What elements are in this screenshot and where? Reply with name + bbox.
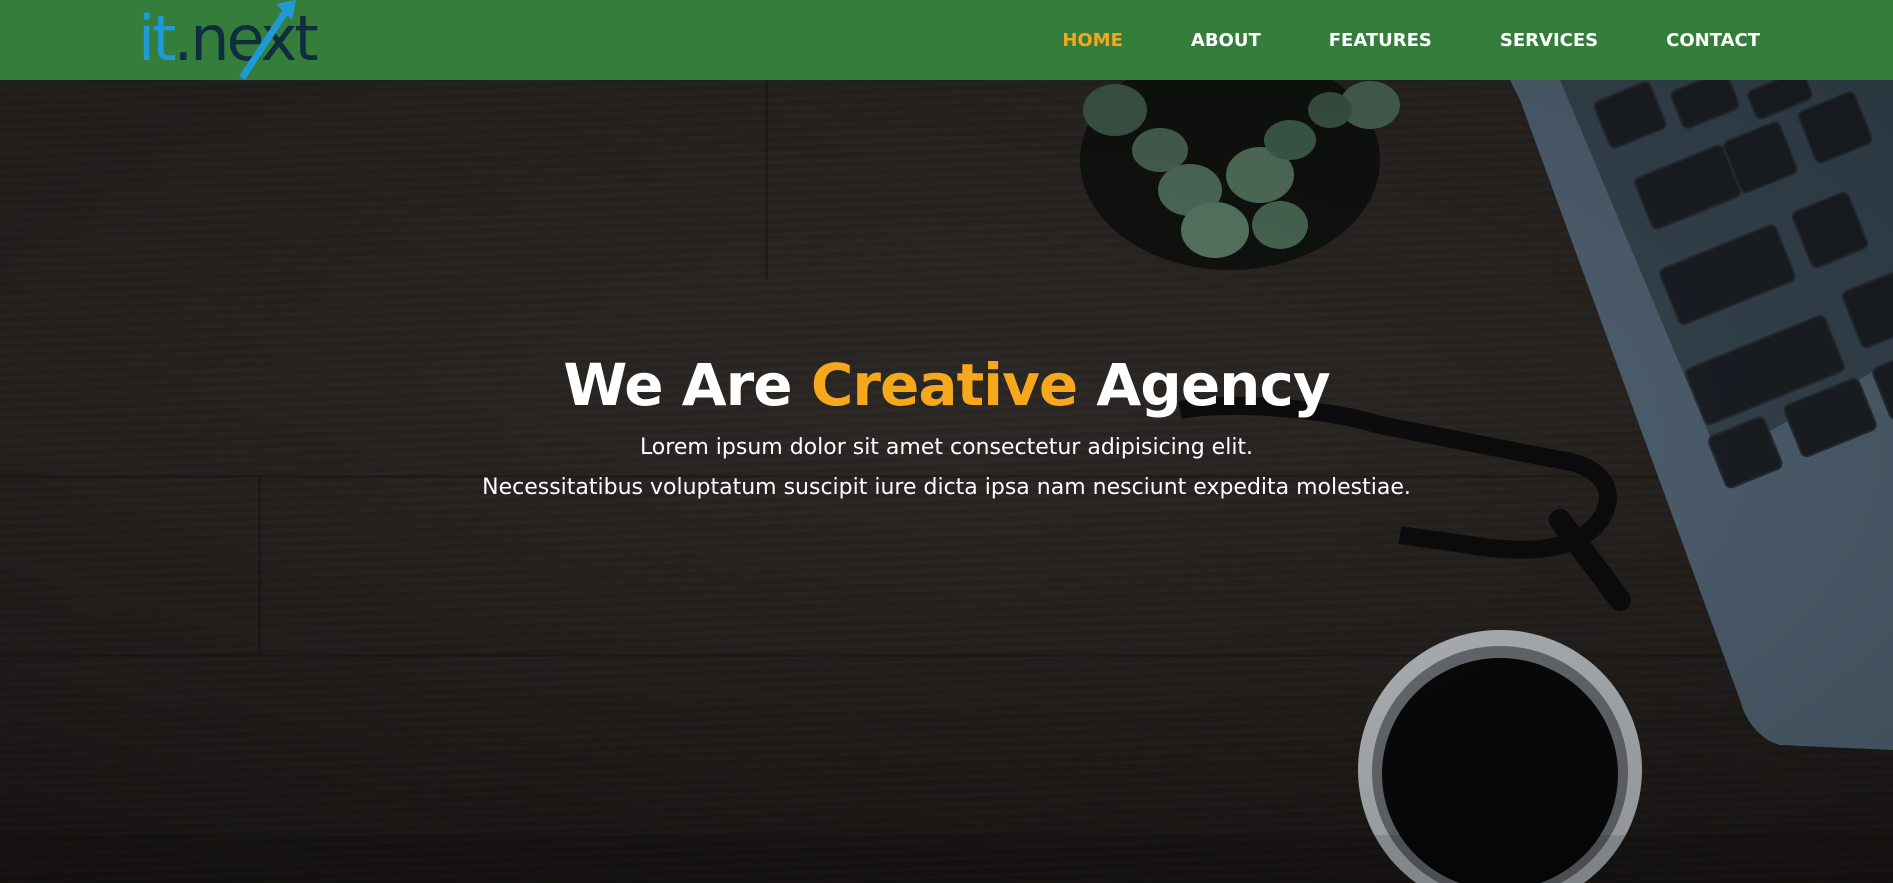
hero-subtitle-line-2: Necessitatibus voluptatum suscipit iure … — [482, 475, 1411, 500]
logo-arrow-icon — [239, 0, 296, 80]
hero-section: We Are Creative Agency Lorem ipsum dolor… — [0, 80, 1893, 883]
nav-item-services[interactable]: SERVICES — [1500, 30, 1598, 51]
nav-item-contact[interactable]: CONTACT — [1666, 30, 1760, 51]
nav-item-features[interactable]: FEATURES — [1329, 30, 1432, 51]
logo-dot-text: . — [173, 2, 194, 75]
logo-it-text: it — [138, 2, 177, 75]
nav-item-home[interactable]: HOME — [1062, 30, 1123, 51]
hero-title-accent: Creative — [810, 351, 1078, 419]
hero-title-pre: We Are — [563, 351, 811, 419]
hero-title: We Are Creative Agency — [0, 350, 1893, 420]
hero-content: We Are Creative Agency Lorem ipsum dolor… — [0, 350, 1893, 508]
top-navbar: it.next HOME ABOUT FEATURES SERVICES CON… — [0, 0, 1893, 80]
nav-item-about[interactable]: ABOUT — [1191, 30, 1261, 51]
hero-title-post: Agency — [1077, 351, 1330, 419]
main-nav: HOME ABOUT FEATURES SERVICES CONTACT — [994, 0, 1760, 80]
hero-subtitle-line-1: Lorem ipsum dolor sit amet consectetur a… — [639, 435, 1254, 460]
site-logo[interactable]: it.next — [138, 0, 338, 80]
hero-subtitle: Lorem ipsum dolor sit amet consectetur a… — [0, 428, 1893, 508]
